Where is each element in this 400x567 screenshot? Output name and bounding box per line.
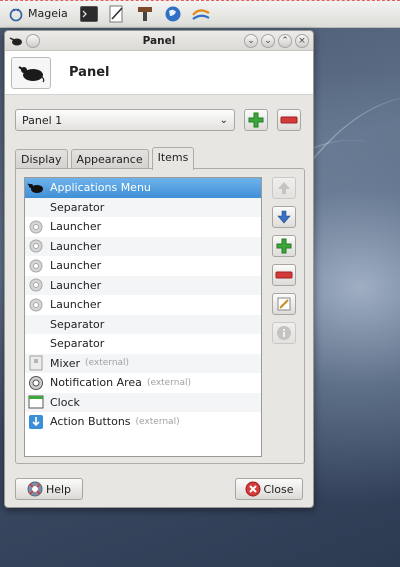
empty-icon-slot [27,199,45,215]
close-button[interactable]: Close [235,478,303,500]
panel-select[interactable]: Panel 1 ⌄ [15,109,235,131]
tab-appearance[interactable]: Appearance [70,149,149,169]
list-item-label: Launcher [50,298,102,312]
gear-icon [27,238,45,254]
list-item[interactable]: Launcher [25,256,261,276]
edit-icon [277,297,291,311]
gear-icon [27,297,45,313]
list-item-label: Action Buttons [50,415,131,429]
action-icon [27,414,45,430]
notification-icon [27,375,45,391]
empty-icon-slot [27,336,45,352]
list-item[interactable]: Notification Area (external) [25,373,261,393]
gear-icon [27,258,45,274]
window-title: Panel [142,34,176,47]
header-title: Panel [69,65,110,80]
help-label: Help [45,482,72,496]
edit-item-button[interactable] [272,293,296,315]
clock-icon [27,394,45,410]
list-item-label: Launcher [50,278,102,292]
tab-items[interactable]: Items [151,147,195,170]
list-item[interactable]: Launcher [25,275,261,295]
list-item[interactable]: Applications Menu [25,178,261,198]
list-item-label: Clock [50,395,80,409]
mouse-icon [27,180,45,196]
list-item[interactable]: Launcher [25,236,261,256]
move-up-button[interactable] [272,177,296,199]
list-item-label: Separator [50,317,105,331]
help-button[interactable]: Help [15,478,83,500]
terminal-launcher[interactable] [78,3,100,25]
list-item-label: Launcher [50,239,102,253]
external-tag: (external) [146,377,191,388]
panel-preferences-window: Panel ⌄ ⌄ ⌃ × Panel Panel 1 ⌄ Display Ap… [4,30,314,508]
item-info-button[interactable] [272,322,296,344]
external-tag: (external) [135,416,180,427]
list-item-label: Separator [50,337,105,351]
remove-panel-button[interactable] [277,109,301,131]
applications-menu-button[interactable]: Mageia [4,2,72,26]
window-maximize-button[interactable]: ⌃ [278,34,292,48]
panel-mouse-icon [11,56,51,89]
list-item[interactable]: Mixer (external) [25,353,261,373]
info-icon [277,326,291,340]
plus-icon [248,112,264,128]
list-item-label: Mixer [50,356,81,370]
dialog-header: Panel [5,51,313,95]
minus-icon [280,116,298,124]
chevron-down-icon: ⌄ [219,114,228,126]
list-item-label: Launcher [50,259,102,273]
tab-display[interactable]: Display [15,149,68,169]
items-tab-panel: Applications Menu Separator Launcher Launch… [15,168,305,464]
window-close-button[interactable]: × [295,34,309,48]
plus-icon [276,238,292,254]
web-browser-icon [165,6,181,21]
list-item[interactable]: Clock [25,392,261,412]
list-item[interactable]: Launcher [25,295,261,315]
terminal-icon [79,5,98,22]
tab-bar: Display Appearance Items [15,147,197,170]
remove-item-button[interactable] [272,264,296,286]
add-item-button[interactable] [272,235,296,257]
text-editor-icon [109,5,123,22]
arrow-up-icon [278,182,290,194]
menu-label: Mageia [28,7,68,20]
gear-icon [27,277,45,293]
add-panel-button[interactable] [244,109,268,131]
list-item-label: Notification Area [50,376,142,390]
list-item[interactable]: Separator [25,314,261,334]
minus-icon [275,271,293,279]
list-item[interactable]: Launcher [25,217,261,237]
list-item[interactable]: Separator [25,197,261,217]
mouse-icon [9,8,23,21]
list-item[interactable]: Action Buttons (external) [25,412,261,432]
move-down-button[interactable] [272,206,296,228]
text-editor-launcher[interactable] [106,3,128,25]
list-item-label: Separator [50,200,105,214]
external-tag: (external) [85,358,130,369]
gear-icon [27,219,45,235]
mixer-icon [27,355,45,371]
close-label: Close [263,482,294,496]
panel-select-value: Panel 1 [22,113,63,127]
close-icon [245,481,261,497]
web-browser-launcher[interactable] [162,3,184,25]
items-list[interactable]: Applications Menu Separator Launcher Launch… [24,177,262,457]
window-minimize-button[interactable]: ⌄ [261,34,275,48]
list-item-label: Launcher [50,220,102,234]
file-manager-launcher[interactable] [190,3,212,25]
file-manager-icon [191,8,210,20]
window-titlebar[interactable]: Panel ⌄ ⌄ ⌃ × [5,31,313,51]
empty-icon-slot [27,316,45,332]
top-panel: Mageia [0,0,400,28]
settings-brush-icon [137,6,152,21]
help-icon [27,481,43,497]
arrow-down-icon [277,210,291,224]
window-shade-button[interactable] [26,34,40,48]
settings-launcher[interactable] [134,3,156,25]
window-menu-icon[interactable] [9,35,23,47]
list-item-label: Applications Menu [50,181,151,195]
window-keep-below-button[interactable]: ⌄ [244,34,258,48]
list-item[interactable]: Separator [25,334,261,354]
